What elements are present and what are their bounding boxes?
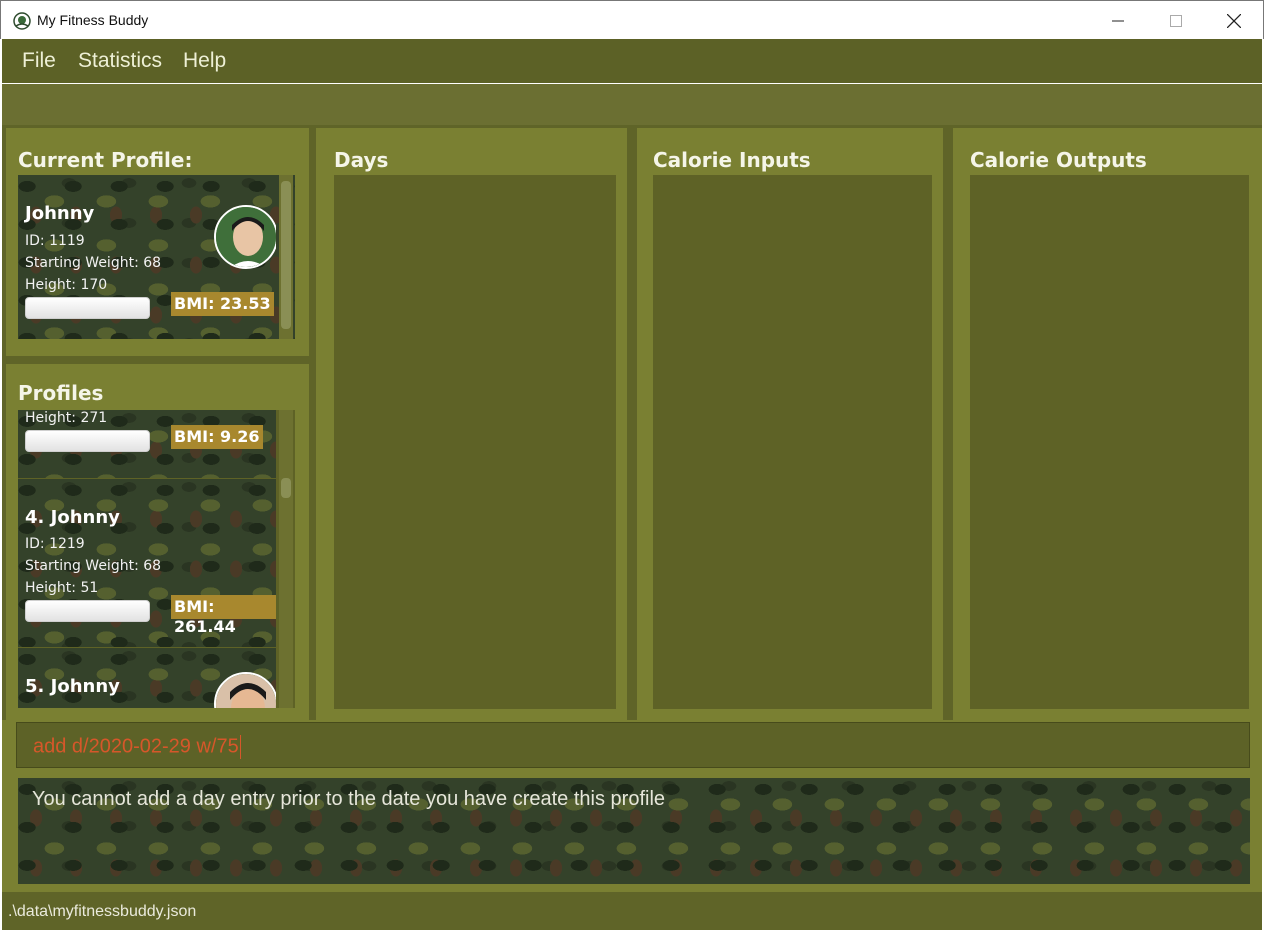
close-button[interactable] bbox=[1205, 1, 1263, 40]
list-item[interactable]: 5. Johnny bbox=[18, 648, 276, 708]
result-message: You cannot add a day entry prior to the … bbox=[32, 788, 666, 810]
current-profile-list: Johnny ID: 1119 Starting Weight: 68 Heig… bbox=[18, 175, 295, 339]
profile-height: Height: 51 bbox=[25, 580, 99, 596]
days-list[interactable] bbox=[334, 175, 616, 709]
main-area: Current Profile: Johnny ID: 1119 Startin… bbox=[2, 125, 1262, 720]
command-value: add d/2020-02-29 w/75 bbox=[33, 735, 239, 758]
window-title: My Fitness Buddy bbox=[37, 12, 149, 28]
data-file-path: .\data\myfitnessbuddy.json bbox=[8, 903, 197, 920]
avatar bbox=[214, 205, 276, 269]
maximize-button[interactable] bbox=[1147, 1, 1205, 40]
profile-name: Johnny bbox=[25, 203, 95, 224]
status-bar: .\data\myfitnessbuddy.json bbox=[2, 892, 1262, 930]
bmi-badge: BMI: 23.53 bbox=[171, 292, 274, 316]
profile-name: 4. Johnny bbox=[25, 507, 120, 528]
list-item[interactable]: 4. Johnny ID: 1219 Starting Weight: 68 H… bbox=[18, 479, 276, 647]
command-box-container: add d/2020-02-29 w/75 bbox=[2, 720, 1262, 768]
calorie-outputs-panel: Calorie Outputs bbox=[953, 128, 1262, 720]
menu-bar: File Statistics Help bbox=[2, 39, 1262, 83]
profile-name: 5. Johnny bbox=[25, 676, 120, 697]
close-icon bbox=[1227, 13, 1241, 28]
current-profile-title: Current Profile: bbox=[18, 148, 193, 172]
profiles-scrollbar[interactable] bbox=[279, 410, 293, 708]
command-input[interactable]: add d/2020-02-29 w/75 bbox=[16, 722, 1250, 768]
bmi-badge: BMI: 9.26 bbox=[171, 425, 263, 449]
app-icon bbox=[13, 12, 31, 30]
list-item[interactable]: Height: 271 BMI: 9.26 bbox=[18, 410, 276, 478]
avatar-photo bbox=[216, 674, 276, 708]
result-display-container: You cannot add a day entry prior to the … bbox=[2, 768, 1262, 892]
maximize-icon bbox=[1170, 14, 1182, 27]
profiles-title: Profiles bbox=[18, 381, 104, 405]
avatar-photo bbox=[216, 207, 276, 267]
profiles-panel: Profiles Height: 271 BMI: 9.26 4. Johnny… bbox=[6, 364, 309, 720]
current-profile-scrollbar[interactable] bbox=[279, 175, 293, 339]
days-panel: Days bbox=[316, 128, 627, 720]
menu-help[interactable]: Help bbox=[183, 49, 226, 73]
profile-height: Height: 271 bbox=[25, 410, 108, 426]
menu-file[interactable]: File bbox=[22, 49, 56, 73]
profile-starting-weight: Starting Weight: 68 bbox=[25, 558, 162, 574]
text-caret bbox=[239, 735, 241, 759]
current-profile-panel: Current Profile: Johnny ID: 1119 Startin… bbox=[6, 128, 309, 356]
command-input-text: add d/2020-02-29 w/75 bbox=[33, 735, 241, 759]
bmi-badge: BMI: 261.44 bbox=[171, 595, 276, 636]
minimize-button[interactable] bbox=[1089, 1, 1147, 40]
minimize-icon bbox=[1112, 20, 1124, 21]
profile-id: ID: 1219 bbox=[25, 536, 85, 552]
profile-starting-weight: Starting Weight: 68 bbox=[25, 255, 162, 271]
calorie-outputs-title: Calorie Outputs bbox=[970, 148, 1147, 172]
profile-progress-bar bbox=[25, 600, 150, 622]
calorie-inputs-title: Calorie Inputs bbox=[653, 148, 811, 172]
profile-id: ID: 1119 bbox=[25, 233, 85, 249]
calorie-inputs-list[interactable] bbox=[653, 175, 932, 709]
window-title-bar: My Fitness Buddy bbox=[0, 0, 1264, 39]
result-display: You cannot add a day entry prior to the … bbox=[18, 778, 1250, 884]
calorie-outputs-list[interactable] bbox=[970, 175, 1249, 709]
scroll-thumb[interactable] bbox=[281, 478, 291, 498]
toolbar-band bbox=[2, 84, 1262, 125]
current-profile-card[interactable]: Johnny ID: 1119 Starting Weight: 68 Heig… bbox=[18, 175, 276, 339]
days-title: Days bbox=[334, 148, 389, 172]
avatar bbox=[214, 672, 276, 708]
scroll-thumb[interactable] bbox=[281, 181, 291, 329]
profiles-list: Height: 271 BMI: 9.26 4. Johnny ID: 1219… bbox=[18, 410, 295, 708]
profile-height: Height: 170 bbox=[25, 277, 108, 293]
profile-progress-bar bbox=[25, 297, 150, 319]
menu-statistics[interactable]: Statistics bbox=[78, 49, 162, 73]
calorie-inputs-panel: Calorie Inputs bbox=[637, 128, 943, 720]
profile-progress-bar bbox=[25, 430, 150, 452]
